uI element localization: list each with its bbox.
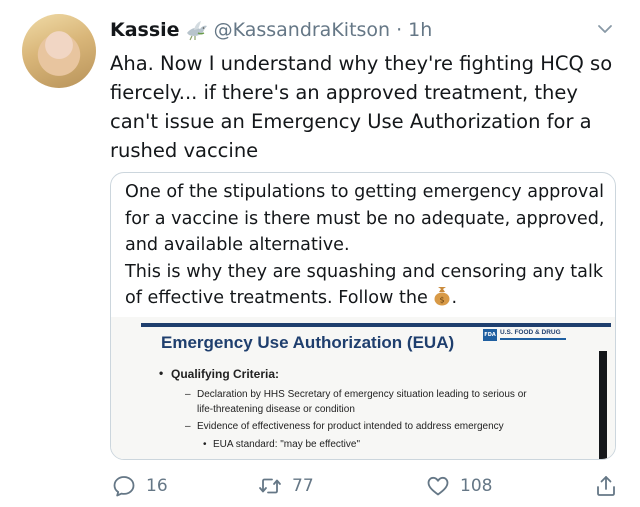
document-header-bar bbox=[141, 323, 611, 327]
like-button[interactable]: 108 bbox=[426, 474, 492, 498]
author-handle[interactable]: @KassandraKitson bbox=[214, 19, 391, 41]
fda-logo: FDA U.S. FOOD & DRUG bbox=[483, 329, 583, 349]
heart-icon bbox=[427, 476, 449, 496]
chevron-down-icon[interactable] bbox=[596, 22, 614, 36]
share-button[interactable] bbox=[594, 474, 628, 498]
document-title: Emergency Use Authorization (EUA) bbox=[161, 333, 455, 352]
tweet-header: Kassie @KassandraKitson · 1h bbox=[110, 16, 432, 44]
separator-dot: · bbox=[396, 19, 403, 41]
quoted-tweet-text: One of the stipulations to getting emerg… bbox=[125, 179, 613, 312]
quoted-tweet-card[interactable]: One of the stipulations to getting emerg… bbox=[110, 172, 616, 460]
timestamp[interactable]: 1h bbox=[408, 19, 432, 41]
tweet: Kassie @KassandraKitson · 1h Aha. Now I … bbox=[0, 0, 640, 507]
svg-text:$: $ bbox=[440, 296, 445, 305]
avatar[interactable] bbox=[22, 14, 96, 88]
share-icon bbox=[597, 476, 615, 496]
reply-icon bbox=[113, 476, 135, 497]
quote-text-second: This is why they are squashing and censo… bbox=[125, 261, 604, 309]
dove-icon bbox=[186, 21, 207, 41]
quote-text-main: One of the stipulations to getting emerg… bbox=[125, 182, 605, 255]
quote-text-end: . bbox=[451, 288, 458, 308]
document-edge bbox=[599, 351, 607, 459]
retweet-button[interactable]: 77 bbox=[258, 474, 314, 498]
fda-mark-icon: FDA bbox=[483, 329, 497, 341]
tweet-actions: 16 77 108 bbox=[110, 474, 626, 502]
author-name[interactable]: Kassie bbox=[110, 19, 180, 41]
document-item-1: Declaration by HHS Secretary of emergenc… bbox=[185, 389, 527, 400]
like-count: 108 bbox=[460, 476, 493, 496]
reply-count: 16 bbox=[146, 476, 168, 496]
document-heading: Qualifying Criteria: bbox=[159, 366, 279, 381]
document-item-1-continued: life-threatening disease or condition bbox=[197, 404, 355, 415]
fda-logo-underline bbox=[500, 338, 566, 340]
fda-logo-text: U.S. FOOD & DRUG bbox=[500, 329, 561, 336]
money-bag-icon: $ bbox=[434, 287, 450, 306]
document-item-2: Evidence of effectiveness for product in… bbox=[185, 421, 504, 432]
tweet-text: Aha. Now I understand why they're fighti… bbox=[110, 52, 613, 162]
reply-button[interactable]: 16 bbox=[112, 474, 168, 498]
retweet-count: 77 bbox=[292, 476, 314, 496]
retweet-icon bbox=[259, 478, 281, 494]
document-subitem: EUA standard: "may be effective" bbox=[203, 439, 360, 450]
eua-document-image[interactable]: Emergency Use Authorization (EUA) FDA U.… bbox=[111, 317, 615, 459]
